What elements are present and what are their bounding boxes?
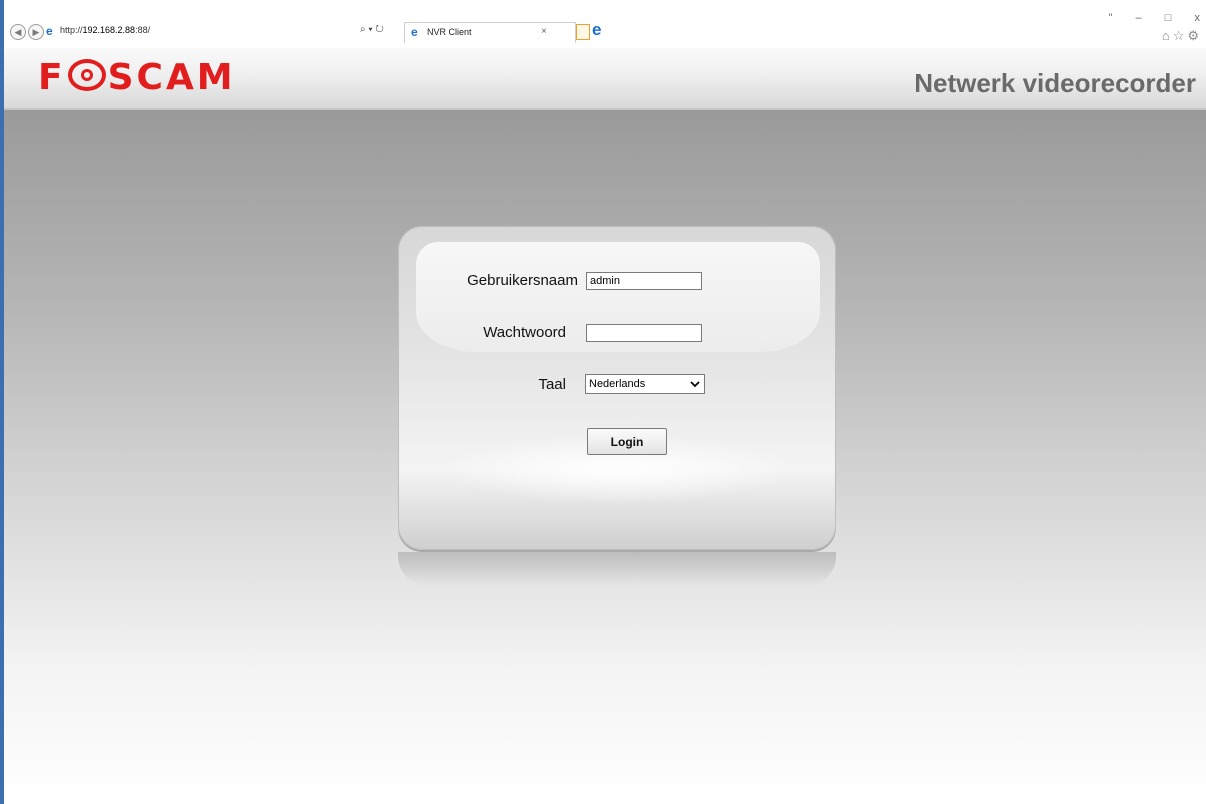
back-button[interactable]: ◀ <box>10 24 26 40</box>
logo-letters-rest: SCAM <box>107 57 236 98</box>
minimize-button[interactable]: – <box>1136 12 1142 24</box>
address-prefix: http:// <box>60 25 83 35</box>
language-select[interactable]: Nederlands <box>585 374 705 394</box>
login-panel-reflection <box>398 552 836 586</box>
browser-toolbar-icons: ⌂☆⚙ <box>1162 28 1202 44</box>
username-input[interactable] <box>586 272 702 290</box>
tab-title: NVR Client <box>427 27 472 37</box>
tab-ie-icon: e <box>411 25 418 39</box>
favorites-icon[interactable]: ☆ <box>1173 28 1188 43</box>
page-header: F SCAM Netwerk videorecorder <box>4 48 1206 110</box>
page-title: Netwerk videorecorder <box>914 68 1196 98</box>
logo-letter-f: F <box>38 57 66 98</box>
tab-nvr-client[interactable]: e NVR Client × <box>404 22 576 43</box>
login-button[interactable]: Login <box>587 428 667 455</box>
new-tab-button[interactable] <box>576 24 590 40</box>
maximize-button[interactable]: □ <box>1165 12 1172 24</box>
address-bar[interactable]: http://192.168.2.88:88/ <box>60 25 150 35</box>
logo-o-ring <box>67 59 106 91</box>
password-label: Wachtwoord <box>483 324 566 341</box>
ie-page-icon: e <box>46 24 53 38</box>
edge-icon[interactable]: e <box>592 20 601 40</box>
foscam-logo: F SCAM <box>38 57 236 98</box>
language-label: Taal <box>538 376 566 393</box>
settings-gear-icon[interactable]: ⚙ <box>1187 28 1202 43</box>
browser-chrome: ◀ ▶ e http://192.168.2.88:88/ ⌕ ▾ ↻ e NV… <box>4 0 1206 48</box>
username-label: Gebruikersnaam <box>467 272 578 289</box>
password-input[interactable] <box>586 324 702 342</box>
window-controls: " – □ x <box>1089 12 1200 24</box>
home-icon[interactable]: ⌂ <box>1162 28 1173 43</box>
address-suffix: :88/ <box>135 25 151 35</box>
close-button[interactable]: x <box>1195 12 1201 24</box>
tab-close-icon[interactable]: × <box>541 26 547 37</box>
search-refresh-tools[interactable]: ⌕ ▾ ↻ <box>360 24 384 35</box>
address-host: 192.168.2.88 <box>82 25 136 35</box>
forward-button[interactable]: ▶ <box>28 24 44 40</box>
chevron-down-icon <box>690 381 700 388</box>
language-select-value: Nederlands <box>589 378 646 390</box>
window-control-menu[interactable]: " <box>1109 12 1113 24</box>
